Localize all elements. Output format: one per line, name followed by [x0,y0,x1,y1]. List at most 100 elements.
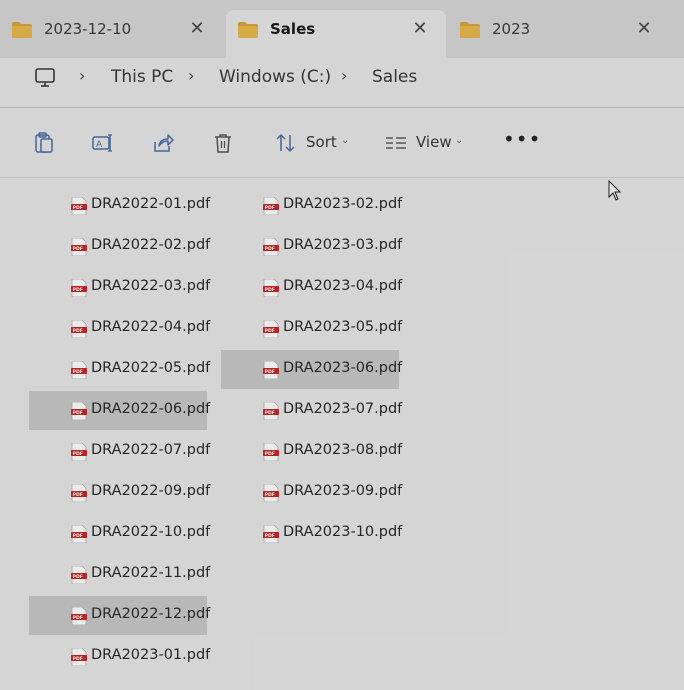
pdf-file-icon: PDF [263,484,279,502]
tab-2023[interactable]: 2023 ✕ [448,10,684,50]
file-name: DRA2022-12.pdf [91,606,211,622]
rename-icon[interactable]: A [92,132,114,154]
svg-text:PDF: PDF [265,246,275,252]
tab-2023-12-10[interactable]: 2023-12-10 ✕ [0,10,222,50]
file-item[interactable]: PDF DRA2023-03.pdf [221,227,403,266]
chevron-down-icon: ⌄ [455,135,464,146]
file-item[interactable]: PDF DRA2023-07.pdf [221,391,403,430]
pdf-file-icon: PDF [71,320,87,338]
file-name: DRA2023-07.pdf [283,401,403,417]
sort-icon[interactable] [275,132,297,154]
file-item[interactable]: PDF DRA2023-08.pdf [221,432,402,471]
pdf-file-icon: PDF [263,320,279,338]
svg-text:PDF: PDF [73,451,83,457]
svg-text:PDF: PDF [73,492,83,498]
file-item[interactable]: PDF DRA2022-06.pdf [29,391,211,430]
pdf-file-icon: PDF [71,238,87,256]
file-item[interactable]: PDF DRA2023-06.pdf [221,350,402,389]
tab-strip: 2023-12-10 ✕ Sales ✕ 2023 ✕ [0,0,684,58]
pdf-file-icon: PDF [263,361,279,379]
file-item[interactable]: PDF DRA2023-04.pdf [221,268,403,307]
svg-text:PDF: PDF [73,574,83,580]
pdf-file-icon: PDF [263,525,279,543]
svg-text:PDF: PDF [265,492,275,498]
file-item[interactable]: PDF DRA2023-02.pdf [221,186,403,225]
file-item[interactable]: PDF DRA2022-09.pdf [29,473,210,512]
svg-text:PDF: PDF [73,410,83,416]
file-name: DRA2023-09.pdf [283,483,403,499]
pdf-file-icon: PDF [71,361,87,379]
file-item[interactable]: PDF DRA2022-11.pdf [29,555,211,594]
file-item[interactable]: PDF DRA2023-05.pdf [221,309,403,348]
view-button[interactable]: View [416,133,452,151]
chevron-right-icon: › [79,66,86,85]
breadcrumb-sales[interactable]: Sales [372,67,417,87]
file-name: DRA2023-05.pdf [283,319,403,335]
svg-text:PDF: PDF [265,287,275,293]
file-name: DRA2022-04.pdf [91,319,211,335]
sort-button[interactable]: Sort [306,133,337,151]
svg-text:PDF: PDF [73,328,83,334]
svg-text:PDF: PDF [73,656,83,662]
breadcrumb-this-pc[interactable]: This PC [111,67,173,87]
svg-text:PDF: PDF [73,205,83,211]
this-pc-icon[interactable] [34,68,56,88]
file-item[interactable]: PDF DRA2023-10.pdf [221,514,403,553]
breadcrumb-windows-c[interactable]: Windows (C:) [219,67,331,87]
svg-text:PDF: PDF [73,615,83,621]
close-icon[interactable]: ✕ [187,18,207,40]
pdf-file-icon: PDF [263,238,279,256]
file-item[interactable]: PDF DRA2022-04.pdf [29,309,211,348]
file-item[interactable]: PDF DRA2023-01.pdf [29,637,210,676]
svg-text:PDF: PDF [265,369,275,375]
svg-text:PDF: PDF [73,369,83,375]
breadcrumb: › This PC › Windows (C:) › Sales [0,58,684,108]
svg-text:PDF: PDF [265,533,275,539]
pdf-file-icon: PDF [71,279,87,297]
delete-icon[interactable] [212,132,234,154]
svg-text:A: A [96,140,103,150]
file-item[interactable]: PDF DRA2022-07.pdf [29,432,211,471]
file-name: DRA2022-06.pdf [91,401,211,417]
file-item[interactable]: PDF DRA2022-12.pdf [29,596,211,635]
file-item[interactable]: PDF DRA2022-10.pdf [29,514,211,553]
share-icon[interactable] [152,132,174,154]
pdf-file-icon: PDF [71,525,87,543]
file-name: DRA2022-10.pdf [91,524,211,540]
svg-text:PDF: PDF [73,533,83,539]
file-name: DRA2022-02.pdf [91,237,211,253]
pdf-file-icon: PDF [263,443,279,461]
tab-label: Sales [270,20,316,38]
file-item[interactable]: PDF DRA2022-05.pdf [29,350,210,389]
close-icon[interactable]: ✕ [410,18,430,40]
file-name: DRA2022-11.pdf [91,565,211,581]
pdf-file-icon: PDF [71,443,87,461]
file-name: DRA2022-07.pdf [91,442,211,458]
view-icon[interactable] [385,132,407,154]
pdf-file-icon: PDF [263,402,279,420]
tab-sales[interactable]: Sales ✕ [226,10,446,58]
file-list: PDF DRA2022-01.pdf PDF DRA2022-02.pdf PDF DRA… [0,178,684,690]
file-name: DRA2023-02.pdf [283,196,403,212]
pdf-file-icon: PDF [71,484,87,502]
file-item[interactable]: PDF DRA2022-02.pdf [29,227,211,266]
pdf-file-icon: PDF [71,607,87,625]
file-name: DRA2023-03.pdf [283,237,403,253]
tab-label: 2023-12-10 [44,20,132,38]
file-name: DRA2023-10.pdf [283,524,403,540]
more-options-button[interactable]: ••• [503,127,541,151]
file-item[interactable]: PDF DRA2022-01.pdf [29,186,210,225]
pdf-file-icon: PDF [263,279,279,297]
chevron-right-icon: › [341,66,348,85]
mouse-cursor-icon [608,180,622,201]
folder-icon [460,22,480,38]
pdf-file-icon: PDF [71,566,87,584]
svg-text:PDF: PDF [265,410,275,416]
file-name: DRA2023-04.pdf [283,278,403,294]
folder-icon [238,22,258,38]
chevron-down-icon: ⌄ [341,135,350,146]
paste-icon[interactable] [33,132,55,154]
close-icon[interactable]: ✕ [634,18,654,40]
file-item[interactable]: PDF DRA2023-09.pdf [221,473,403,512]
file-item[interactable]: PDF DRA2022-03.pdf [29,268,210,307]
